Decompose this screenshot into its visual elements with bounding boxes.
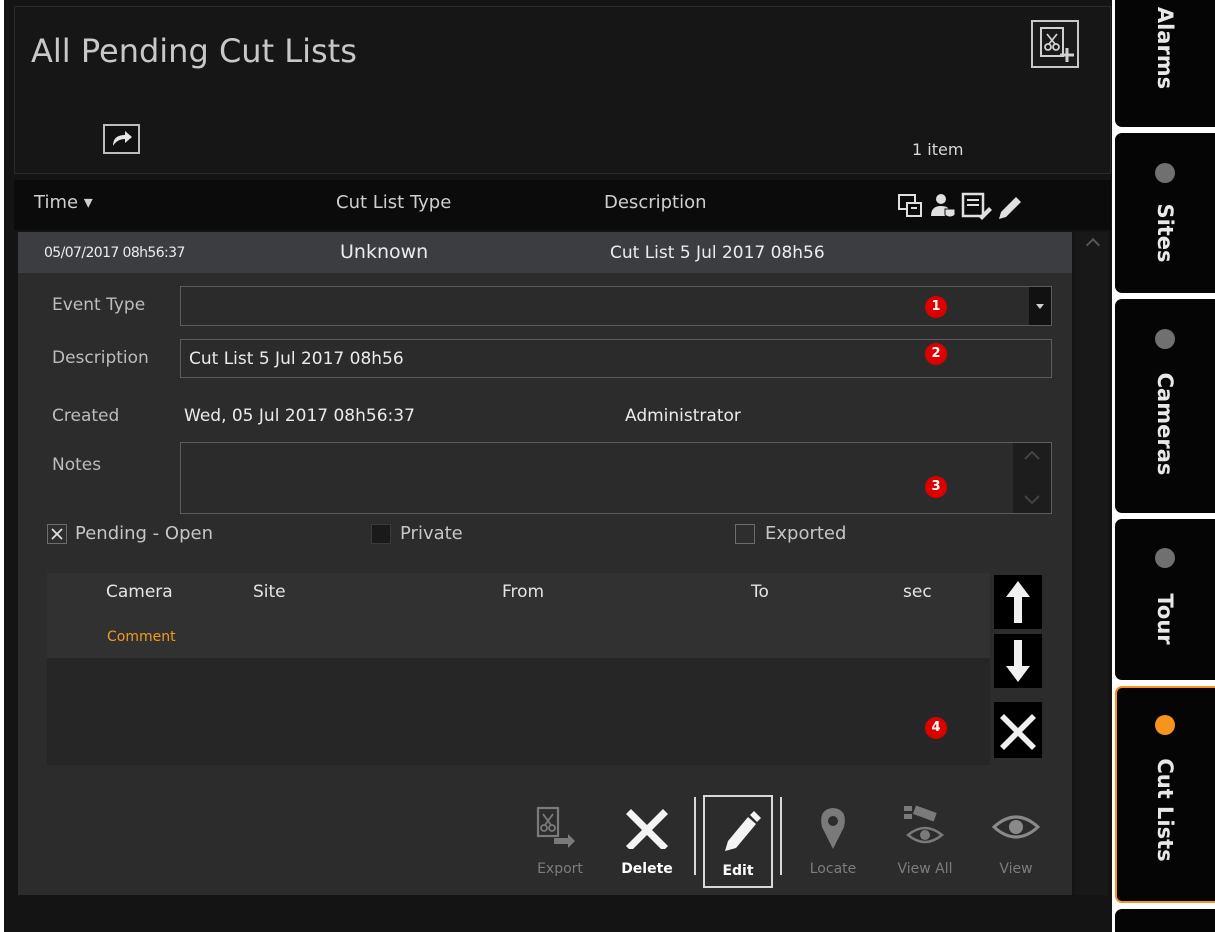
view-all-button[interactable]: View All [888,805,962,885]
delete-icon [626,809,668,851]
sites-status-dot [1155,163,1175,183]
close-icon [1000,714,1036,750]
page-title: All Pending Cut Lists [31,32,357,70]
notes-scroll-arrows-icon [1024,450,1040,505]
column-description[interactable]: Description [604,192,707,213]
tab-cameras-label: Cameras [1153,372,1177,476]
arrow-up-icon [1006,581,1030,623]
sec-column: sec [903,582,932,602]
remove-camera-button[interactable] [994,702,1042,758]
export-button[interactable]: Export [530,805,590,885]
cut-lists-status-dot [1155,715,1175,735]
exported-checkbox[interactable] [735,524,755,544]
comment-label: Comment [107,629,176,645]
created-value: Wed, 05 Jul 2017 08h56:37 [184,406,415,426]
callout-badge-2: 2 [925,343,947,365]
tab-tour[interactable]: Tour [1115,519,1215,680]
move-down-button[interactable] [994,634,1042,688]
edit-label: Edit [722,863,754,879]
item-count: 1 item [912,140,964,159]
private-label: Private [400,523,463,544]
row-time: 05/07/2017 08h56:37 [44,245,185,261]
check-x-icon [51,528,63,540]
site-column: Site [253,582,286,602]
view-all-cameras-icon [904,805,944,844]
event-type-label: Event Type [52,295,146,315]
column-cut-list-type[interactable]: Cut List Type [336,192,451,213]
locate-label: Locate [809,861,857,877]
dropdown-arrow-icon [1036,304,1044,309]
from-column: From [502,582,545,602]
pencil-edit-icon [725,811,761,851]
new-cut-list-button[interactable] [1031,20,1079,68]
tab-sites[interactable]: Sites [1115,133,1215,293]
column-time[interactable]: Time ▾ [34,192,93,213]
export-icon [536,806,575,848]
description-label: Description [52,348,149,368]
tab-cut-lists[interactable]: Cut Lists [1115,686,1215,903]
camera-column: Camera [106,582,173,602]
pencil-icon[interactable] [999,197,1021,219]
tab-alarms[interactable]: Alarms [1115,0,1215,127]
view-all-label: View All [897,861,953,877]
eye-icon [991,815,1041,839]
redo-arrow-icon [113,131,132,146]
event-type-select[interactable] [180,286,1052,326]
row-description: Cut List 5 Jul 2017 08h56 [610,243,825,263]
callout-badge-3: 3 [925,476,947,498]
toolbar-divider [694,797,696,875]
callout-badge-1: 1 [925,296,947,318]
location-pin-icon [821,808,845,849]
delete-label: Delete [621,861,673,877]
dropdown-button[interactable] [1029,287,1051,325]
new-cut-list-icon [1040,27,1074,62]
vertical-scrollbar[interactable] [1075,232,1108,895]
notes-label: Notes [52,455,102,475]
description-field[interactable]: Cut List 5 Jul 2017 08h56 [180,339,1052,378]
view-label: View [999,861,1033,877]
locate-button[interactable]: Locate [800,805,866,885]
tab-tour-label: Tour [1153,593,1177,645]
to-column: To [751,582,769,602]
copy-site-icon[interactable] [898,194,922,217]
pending-open-checkbox[interactable] [47,524,67,544]
notes-scrollbar[interactable] [1013,443,1051,513]
header-icon-group [897,187,1062,225]
tab-sites-label: Sites [1153,203,1177,263]
tab-cameras[interactable]: Cameras [1115,299,1215,513]
created-label: Created [52,406,120,426]
private-checkbox[interactable] [371,524,391,544]
refresh-button[interactable] [103,124,140,154]
tab-more[interactable] [1115,909,1215,932]
exported-label: Exported [765,523,847,544]
export-label: Export [537,861,583,877]
user-mask-icon[interactable] [931,194,956,218]
row-type: Unknown [340,241,429,263]
delete-button[interactable]: Delete [614,805,680,885]
toolbar-divider-2 [780,797,782,875]
created-by: Administrator [625,406,741,426]
tab-cut-lists-label: Cut Lists [1153,758,1177,862]
tour-status-dot [1155,548,1175,568]
description-value: Cut List 5 Jul 2017 08h56 [189,349,404,369]
edit-document-icon[interactable] [961,192,992,220]
notes-field[interactable] [180,442,1052,514]
pending-open-label: Pending - Open [75,523,213,544]
move-up-button[interactable] [994,575,1042,629]
tab-alarms-label: Alarms [1153,6,1177,90]
cameras-status-dot [1155,329,1175,349]
edit-button[interactable]: Edit [703,795,773,888]
arrow-down-icon [1006,640,1030,682]
view-button[interactable]: View [986,805,1046,885]
right-sidebar: Alarms Sites Cameras Tour Cut Lists [1115,0,1215,932]
callout-badge-4: 4 [925,717,947,739]
